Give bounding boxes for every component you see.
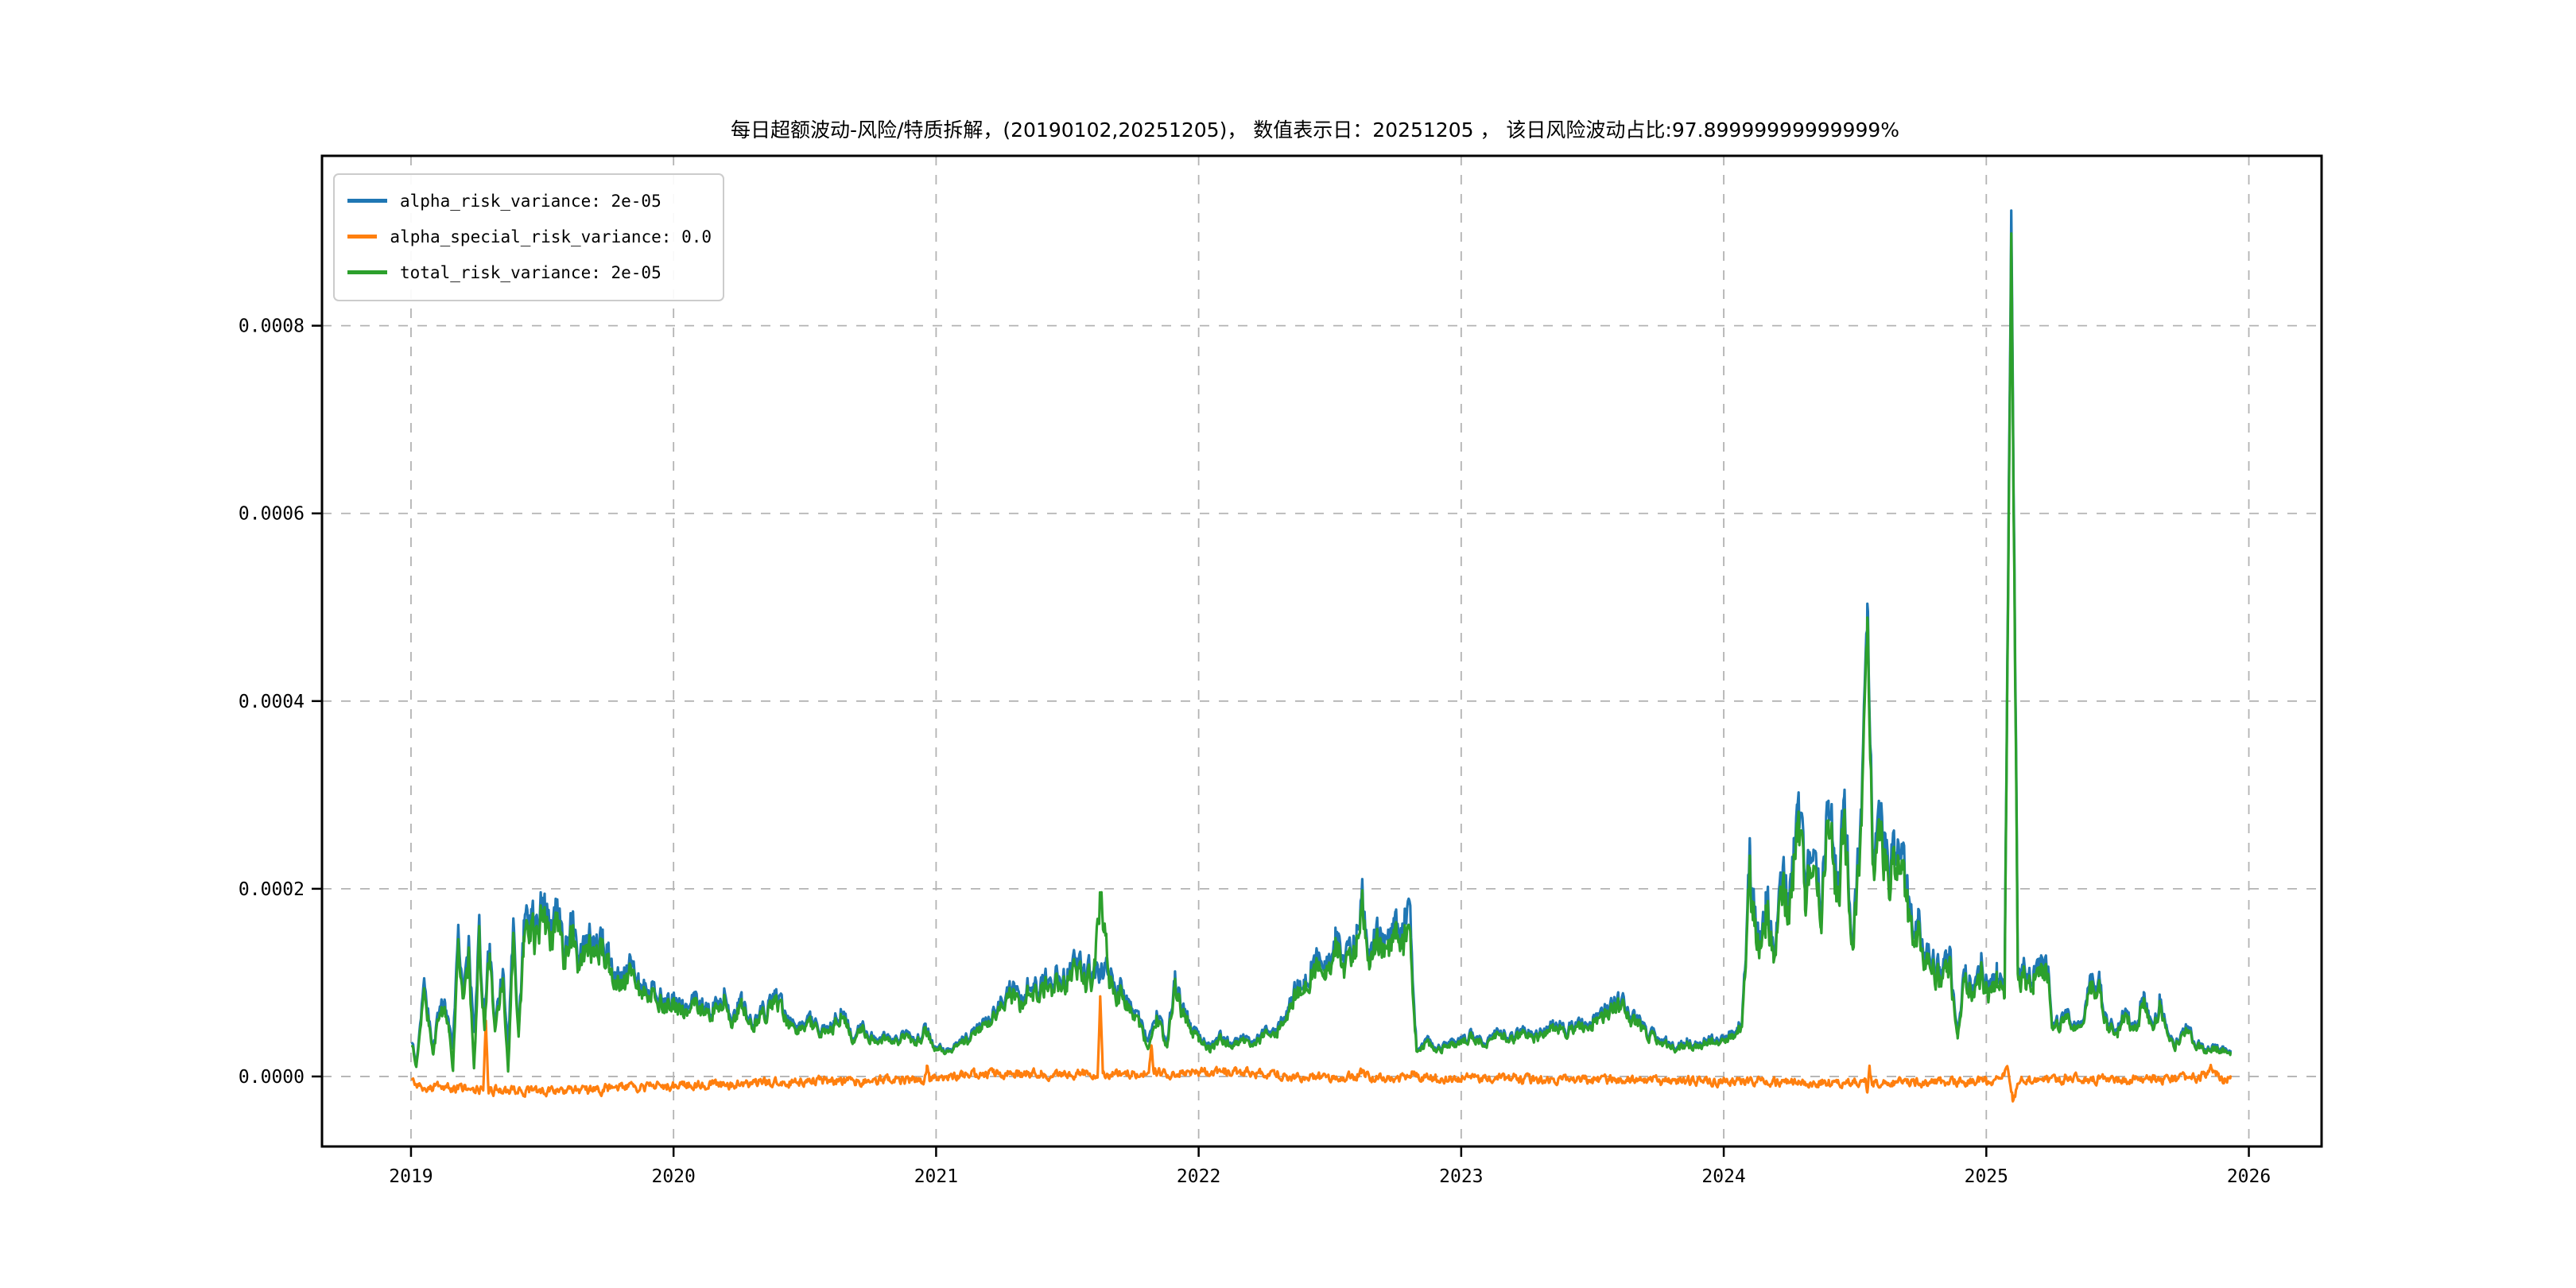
x-tick-label: 2025 (1965, 1166, 2008, 1187)
x-tick-label: 2023 (1439, 1166, 1483, 1187)
x-tick-label: 2022 (1177, 1166, 1220, 1187)
chart-title: 每日超额波动-风险/特质拆解，(20190102,20251205)， 数值表示… (731, 118, 1899, 142)
y-tick-label: 0.0008 (239, 316, 305, 337)
y-tick-label: 0.0000 (239, 1067, 305, 1088)
x-tick-label: 2020 (651, 1166, 695, 1187)
axes (312, 156, 2322, 1157)
legend-box: alpha_risk_variance: 2e-05 alpha_special… (333, 173, 724, 301)
x-tick-label: 2026 (2227, 1166, 2271, 1187)
legend-item-alpha-risk-variance: alpha_risk_variance: 2e-05 (341, 183, 712, 219)
y-tick-label: 0.0002 (239, 879, 305, 900)
gridlines (322, 156, 2322, 1146)
series-lines (413, 211, 2231, 1101)
legend-item-total-risk-variance: total_risk_variance: 2e-05 (341, 254, 712, 290)
legend-swatch-orange-line (347, 235, 377, 239)
legend-swatch-blue-line (347, 199, 387, 203)
series-line-alpha_risk_variance (413, 211, 2231, 1065)
legend-swatch-green-line (347, 270, 387, 274)
y-tick-label: 0.0006 (239, 504, 305, 525)
x-tick-label: 2021 (914, 1166, 958, 1187)
x-tick-label: 2019 (389, 1166, 433, 1187)
series-line-total_risk_variance (413, 234, 2231, 1072)
figure: 每日超额波动-风险/特质拆解，(20190102,20251205)， 数值表示… (0, 0, 2576, 1288)
y-tick-label: 0.0004 (239, 692, 305, 712)
legend-label: alpha_special_risk_variance: 0.0 (390, 227, 712, 246)
tick-labels: 0.0000 0.0002 0.0004 0.0006 0.0008 2019 2020 20… (239, 316, 2271, 1187)
plot-border (322, 156, 2322, 1146)
legend-label: total_risk_variance: 2e-05 (400, 263, 661, 282)
legend-label: alpha_risk_variance: 2e-05 (400, 192, 661, 211)
x-tick-label: 2024 (1701, 1166, 1745, 1187)
legend-item-alpha-special-risk-variance: alpha_special_risk_variance: 0.0 (341, 219, 712, 254)
